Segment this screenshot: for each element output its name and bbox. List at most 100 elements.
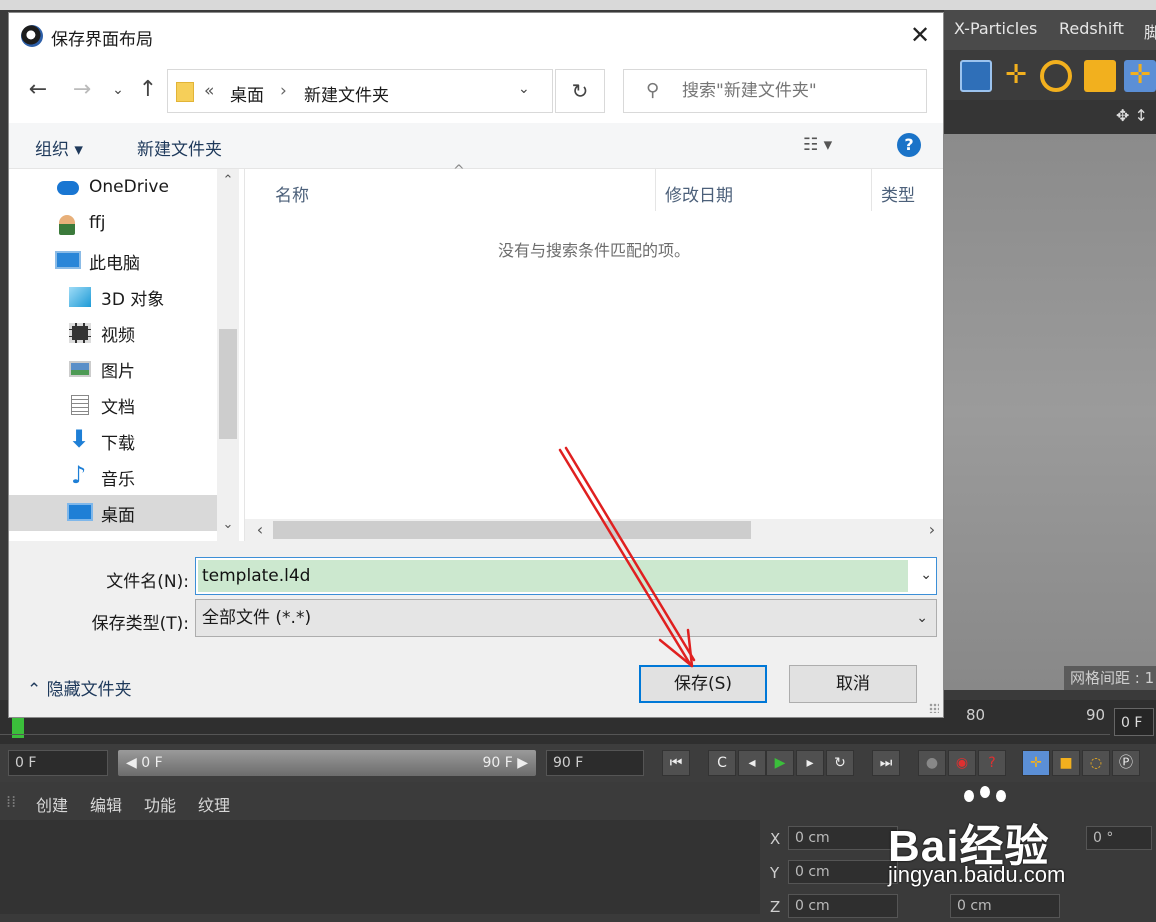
start-frame-field[interactable]: 0 F [8,750,108,776]
cinema4d-icon [21,25,43,47]
chevron-up-icon: ⌃ [27,680,47,700]
play-icon[interactable]: ▶ [766,750,794,776]
view-options-icon[interactable]: ☷ ▾ [803,135,832,155]
tree-item-videos[interactable]: 视频 [9,315,219,351]
tree-item-label: 文档 [101,398,135,418]
resize-grip-icon[interactable] [929,703,939,713]
autokey-icon[interactable]: ? [978,750,1006,776]
column-type[interactable]: 类型 [881,181,915,206]
breadcrumb-new-folder[interactable]: 新建文件夹 [304,81,389,106]
address-bar[interactable]: « 桌面 › 新建文件夹 ⌄ [167,69,553,113]
goto-end-icon[interactable]: ⏭ [872,750,900,776]
key-param-icon[interactable]: Ⓟ [1112,750,1140,776]
breadcrumb-separator-icon: › [280,81,287,101]
address-dropdown-icon[interactable]: ⌄ [518,81,530,97]
tree-item-this-pc[interactable]: 此电脑 [9,243,219,279]
current-frame-field[interactable]: 0 F [1114,708,1154,736]
move-tool-icon[interactable]: ✛ [1000,60,1032,92]
save-button[interactable]: 保存(S) [639,665,767,703]
organize-menu[interactable]: 组织 ▾ [35,135,83,160]
filename-label: 文件名(N): [106,572,189,592]
key-scale-icon[interactable]: ■ [1052,750,1080,776]
record-off-icon[interactable]: ● [918,750,946,776]
navigation-bar: ← → ⌄ ↑ « 桌面 › 新建文件夹 ⌄ ↻ ⚲ [9,59,943,123]
cube-tool-icon[interactable] [960,60,992,92]
menu-x-particles[interactable]: X-Particles [954,19,1037,38]
tree-scrollbar[interactable]: ⌃ ⌄ [217,169,239,541]
app-toolbar: ✛ ✛ [944,50,1156,100]
breadcrumb-desktop[interactable]: 桌面 [230,81,264,106]
cloud-icon [57,181,79,195]
nav-arrows-icon[interactable]: ✥ ↕ [1116,106,1148,125]
range-slider[interactable]: ◀ 0 F 90 F ▶ [118,750,536,776]
hscroll-thumb[interactable] [273,521,751,539]
key-move-icon[interactable]: ✛ [1022,750,1050,776]
move-active-icon[interactable]: ✛ [1124,60,1156,92]
music-icon: ♪ [71,461,87,489]
close-button[interactable]: ✕ [897,13,943,59]
pos-y-field[interactable]: 0 cm [788,860,898,884]
help-icon[interactable]: ? [897,133,921,157]
cancel-button[interactable]: 取消 [789,665,917,703]
hide-folders-toggle[interactable]: ⌃ 隐藏文件夹 [27,675,132,700]
menu-redshift[interactable]: Redshift [1059,19,1124,38]
scroll-right-icon[interactable]: › [921,519,943,541]
step-back-icon[interactable]: ◂ [738,750,766,776]
scroll-up-icon[interactable]: ⌃ [217,173,239,195]
tree-item-music[interactable]: ♪ 音乐 [9,459,219,495]
recent-dropdown-icon[interactable]: ⌄ [105,77,131,103]
new-folder-button[interactable]: 新建文件夹 [137,135,222,160]
tree-item-pictures[interactable]: 图片 [9,351,219,387]
filename-combobox[interactable]: ⌄ [195,557,937,595]
up-arrow-icon[interactable]: ↑ [135,77,161,103]
dialog-titlebar: 保存界面布局 ✕ [9,13,943,59]
filename-dropdown-icon[interactable]: ⌄ [920,567,932,583]
timeline-tick-90: 90 [1086,706,1106,724]
column-modified[interactable]: 修改日期 [665,181,733,206]
viewport[interactable] [944,134,1156,690]
step-forward-icon[interactable]: ▸ [796,750,824,776]
scroll-down-icon[interactable]: ⌄ [217,517,239,539]
desktop-icon [67,503,93,521]
file-list-hscrollbar[interactable]: ‹ › [245,519,943,541]
pos-x-field[interactable]: 0 cm [788,826,898,850]
back-arrow-icon[interactable]: ← [25,77,51,103]
scale-tool-icon[interactable] [1084,60,1116,92]
key-rotate-icon[interactable]: ◌ [1082,750,1110,776]
scroll-left-icon[interactable]: ‹ [249,519,271,541]
tree-item-label: 下载 [101,434,135,454]
tree-scroll-thumb[interactable] [219,329,237,439]
search-input[interactable] [682,80,912,102]
tree-item-desktop[interactable]: 桌面 [9,495,219,531]
filetype-dropdown-icon[interactable]: ⌄ [916,600,928,636]
refresh-icon[interactable]: ↻ [555,69,605,113]
tree-item-3d-objects[interactable]: 3D 对象 [9,279,219,315]
menu-create[interactable]: 创建 [36,792,68,816]
column-name[interactable]: 名称 [275,181,309,206]
rotate-tool-icon[interactable] [1040,60,1072,92]
next-key-icon[interactable]: ↻ [826,750,854,776]
menu-more[interactable]: 脚 [1144,19,1156,43]
breadcrumb-overflow[interactable]: « [204,81,214,101]
menu-function[interactable]: 功能 [144,792,176,816]
menu-texture[interactable]: 纹理 [198,792,230,816]
prev-key-icon[interactable]: C [708,750,736,776]
record-icon[interactable]: ◉ [948,750,976,776]
end-frame-field[interactable]: 90 F [546,750,644,776]
search-box[interactable]: ⚲ [623,69,927,113]
tree-item-downloads[interactable]: ⬇ 下载 [9,423,219,459]
filename-input[interactable] [198,560,908,592]
tree-item-label: OneDrive [89,177,169,197]
viewport-header: ✥ ↕ [944,100,1156,134]
tree-item-label: 3D 对象 [101,290,165,310]
tree-item-documents[interactable]: 文档 [9,387,219,423]
timeline-tick-80: 80 [966,706,986,724]
menu-edit[interactable]: 编辑 [90,792,122,816]
tree-item-onedrive[interactable]: OneDrive [9,171,219,207]
tree-item-user[interactable]: ffj [9,207,219,243]
goto-start-icon[interactable]: ⏮ [662,750,690,776]
filetype-select[interactable]: 全部文件 (*.*) ⌄ [195,599,937,637]
filetype-label: 保存类型(T): [91,614,189,634]
pos-z-field[interactable]: 0 cm [788,894,898,918]
forward-arrow-icon[interactable]: → [69,77,95,103]
